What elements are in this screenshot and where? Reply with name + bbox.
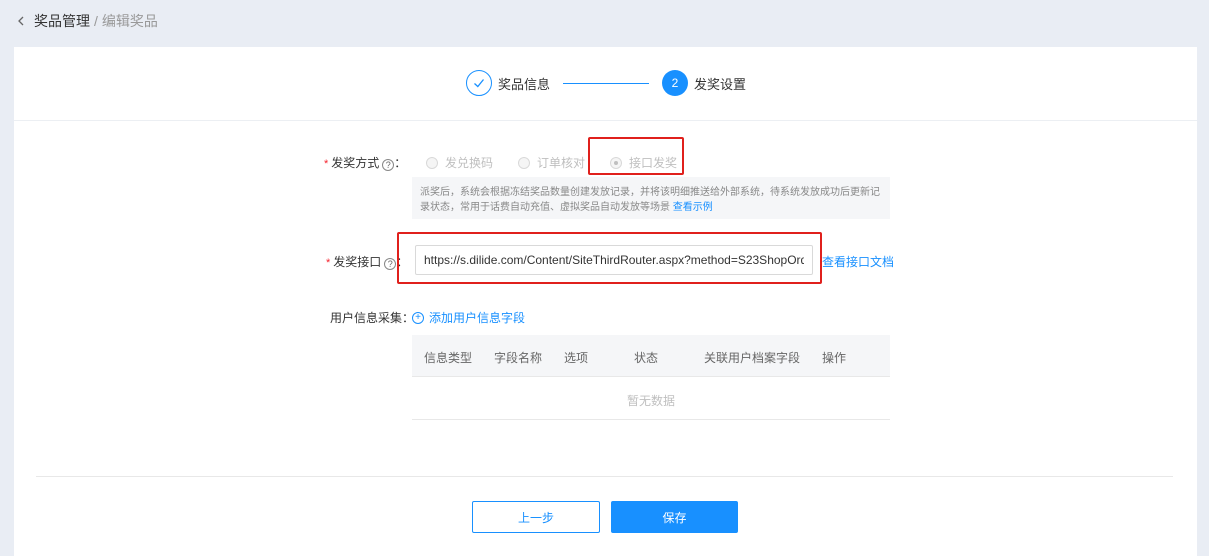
step-label: 发奖设置 — [694, 76, 747, 92]
view-example-link[interactable]: 查看示例 — [673, 202, 713, 213]
chevron-left-icon[interactable] — [14, 14, 28, 28]
breadcrumb: 奖品管理 / 编辑奖品 — [0, 0, 1209, 42]
step-award-settings: 2 发奖设置 — [662, 70, 746, 96]
steps-bar: 奖品信息 2 发奖设置 — [14, 47, 1197, 121]
radio-circle — [610, 156, 622, 169]
api-label: * 发奖接口?： — [326, 255, 409, 270]
method-radio-group: 发兑换码 订单核对 接口发奖 — [426, 154, 677, 171]
step-prize-info: 奖品信息 — [466, 70, 550, 96]
question-icon: ? — [382, 159, 395, 171]
footer-divider — [36, 476, 1173, 477]
method-label: * 发奖方式?： — [324, 156, 407, 171]
main-card: 奖品信息 2 发奖设置 * 发奖方式?： 发兑换码 订单核对 接口发奖 派奖后，系… — [14, 47, 1197, 556]
user-info-label: 用户信息采集： — [330, 311, 415, 325]
radio-circle — [426, 156, 438, 169]
api-url-input[interactable] — [415, 245, 813, 275]
required-mark: * — [324, 158, 329, 170]
breadcrumb-separator: / — [94, 13, 98, 29]
step-label: 奖品信息 — [498, 76, 551, 92]
add-user-field-button[interactable]: + 添加用户信息字段 — [412, 309, 525, 326]
breadcrumb-current: 编辑奖品 — [101, 13, 158, 29]
question-icon: ? — [384, 258, 397, 270]
plus-icon: + — [412, 311, 424, 324]
radio-order-check[interactable]: 订单核对 — [518, 154, 610, 171]
column-header: 操作 — [822, 351, 847, 365]
required-mark: * — [326, 257, 331, 269]
column-header: 状态 — [634, 351, 659, 365]
radio-api-award[interactable]: 接口发奖 — [610, 154, 677, 171]
column-header: 选项 — [564, 351, 589, 365]
table-header: 信息类型 字段名称 选项 状态 关联用户档案字段 操作 — [412, 335, 890, 377]
radio-circle — [518, 156, 530, 169]
prev-step-button[interactable]: 上一步 — [472, 501, 600, 533]
check-icon — [466, 70, 492, 96]
column-header: 字段名称 — [494, 351, 543, 365]
breadcrumb-parent[interactable]: 奖品管理 — [34, 11, 90, 31]
column-header: 信息类型 — [424, 351, 473, 365]
user-info-table: 信息类型 字段名称 选项 状态 关联用户档案字段 操作 暂无数据 — [412, 335, 890, 420]
step-number: 2 — [662, 70, 688, 96]
radio-redeem-code[interactable]: 发兑换码 — [426, 154, 518, 171]
step-connector — [563, 83, 649, 84]
save-button[interactable]: 保存 — [611, 501, 738, 533]
view-api-doc-link[interactable]: 查看接口文档 — [822, 253, 894, 270]
method-hint: 派奖后，系统会根据冻结奖品数量创建发放记录，并将该明细推送给外部系统，待系统发放… — [412, 177, 890, 219]
empty-state: 暂无数据 — [412, 377, 890, 420]
column-header: 关联用户档案字段 — [704, 351, 801, 365]
